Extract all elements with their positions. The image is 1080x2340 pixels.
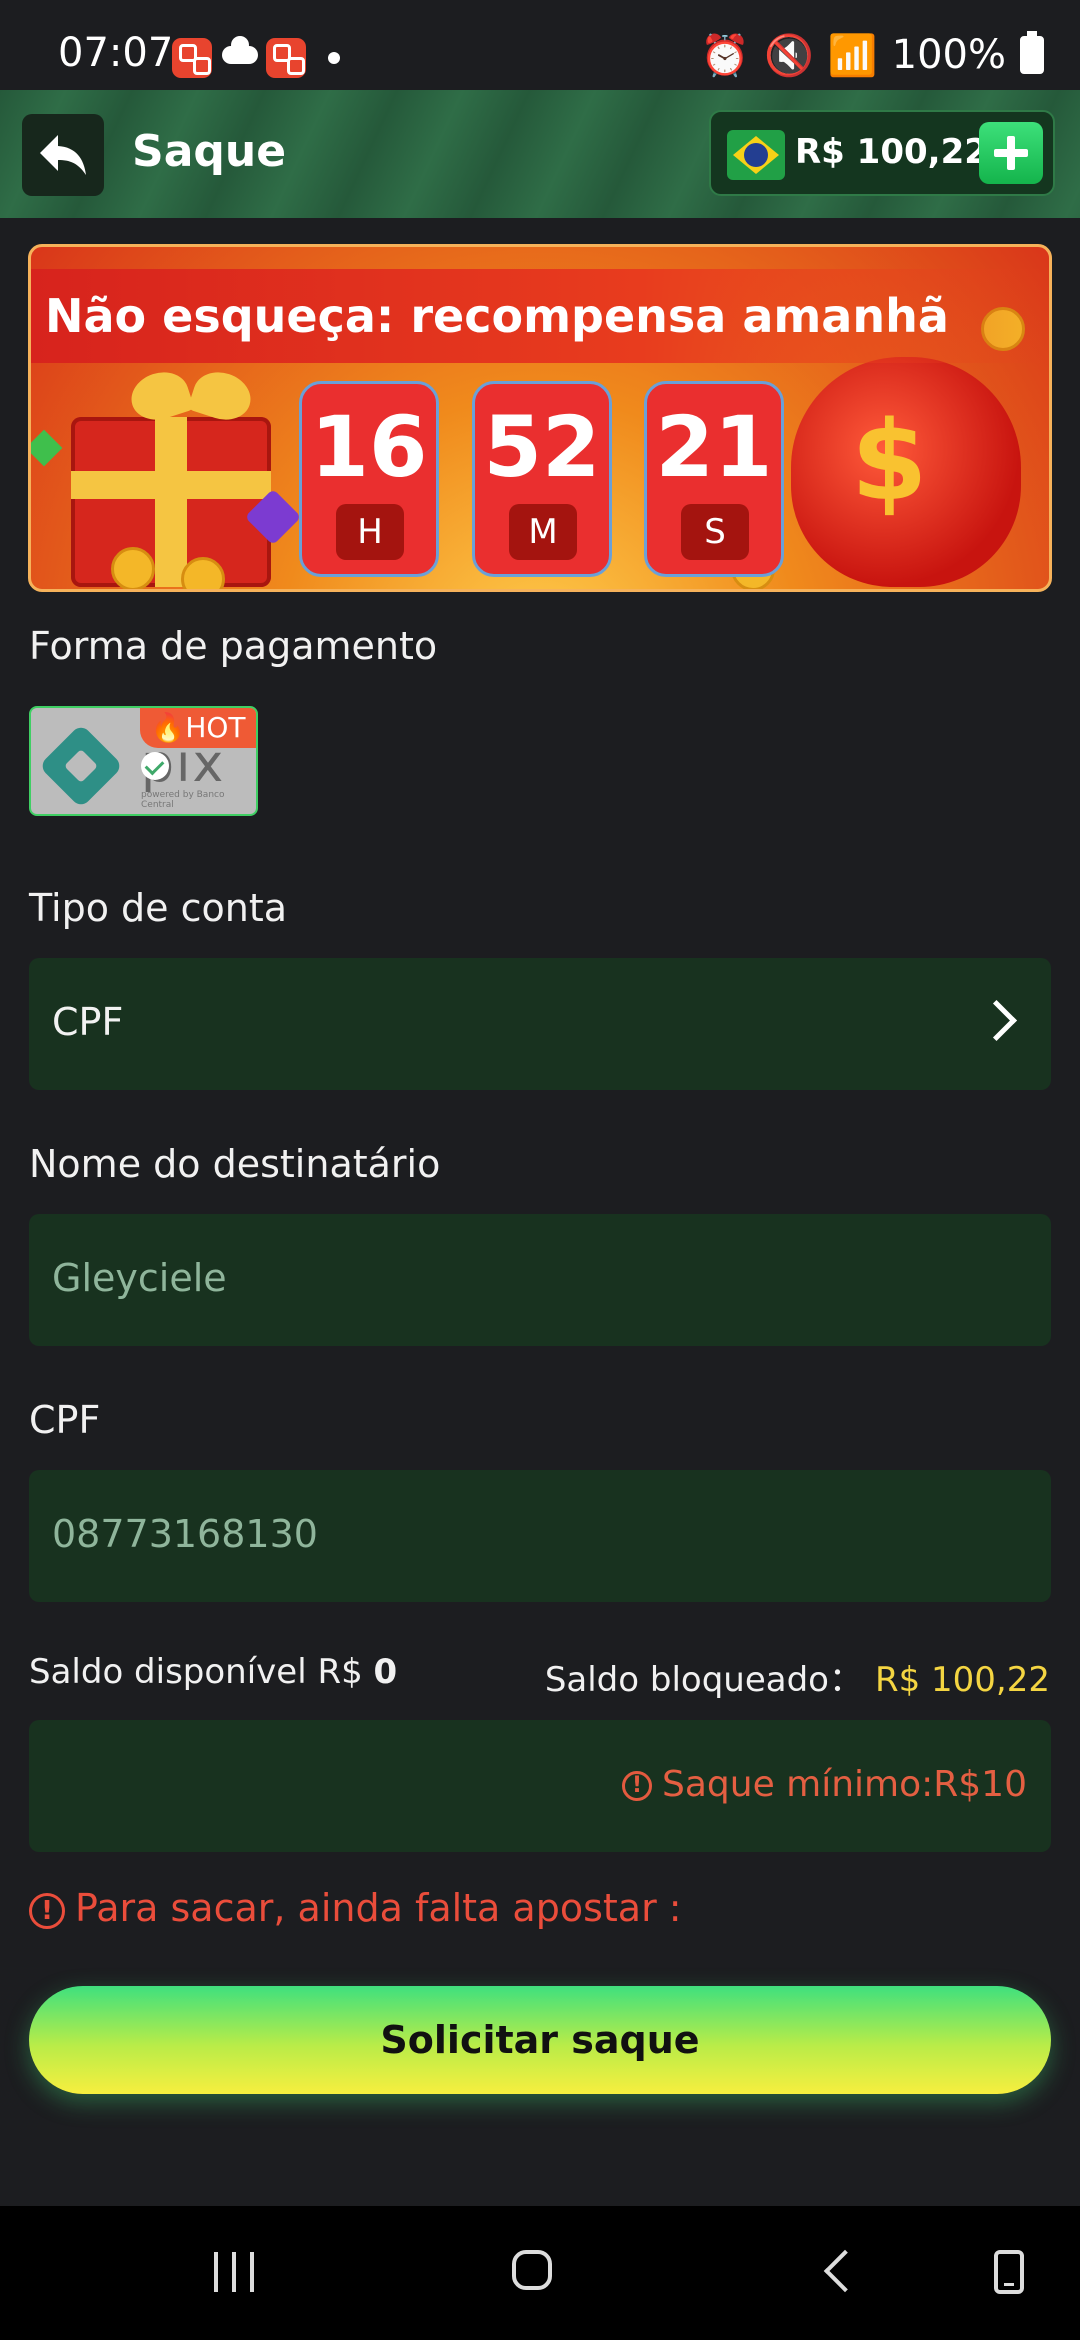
pix-logo-icon — [38, 723, 124, 809]
pix-subtitle: powered by Banco Central — [141, 790, 225, 810]
system-nav-bar — [0, 2206, 1080, 2340]
home-button[interactable] — [512, 2250, 552, 2290]
available-balance: Saldo disponível R$ 0 — [29, 1652, 397, 1692]
battery-percent: 100% — [891, 32, 1006, 78]
gem-icon — [31, 429, 63, 467]
timer-hours: 16 H — [299, 381, 439, 577]
app-notification-icon — [172, 38, 212, 78]
back-nav-button[interactable] — [823, 2249, 867, 2293]
recipient-name-field[interactable]: Gleyciele — [29, 1214, 1051, 1346]
recent-apps-button[interactable] — [214, 2252, 256, 2292]
app-header: Saque R$ 100,22 — [0, 90, 1080, 218]
account-type-label: Tipo de conta — [29, 886, 288, 930]
battery-icon — [1020, 31, 1044, 74]
status-time: 07:07 — [58, 30, 174, 76]
page-title: Saque — [132, 126, 287, 177]
cloud-icon — [222, 36, 258, 64]
timer-seconds-unit: S — [681, 504, 749, 560]
recipient-label: Nome do destinatário — [29, 1142, 441, 1186]
banner-title: Não esqueça: recompensa amanhã — [45, 289, 949, 343]
blocked-balance-value: R$ 100,22 — [874, 1660, 1050, 1700]
timer-minutes-unit: M — [509, 504, 577, 560]
timer-hours-value: 16 — [310, 398, 428, 496]
blocked-balance: Saldo bloqueado： R$ 100,22 — [545, 1652, 1050, 1701]
status-bar: 07:07 ⏰ 🔇 📶 100% — [0, 0, 1080, 90]
mute-icon: 🔇 — [764, 32, 814, 79]
cpf-field[interactable]: 08773168130 — [29, 1470, 1051, 1602]
request-withdraw-label: Solicitar saque — [380, 2018, 700, 2062]
dot-icon — [328, 52, 340, 64]
back-arrow-icon — [40, 135, 86, 175]
available-balance-value: 0 — [373, 1652, 398, 1692]
payment-option-pix[interactable]: pix powered by Banco Central 🔥HOT — [29, 706, 258, 816]
balance-display[interactable]: R$ 100,22 — [709, 110, 1055, 196]
recipient-name-value: Gleyciele — [52, 1256, 227, 1300]
app-notification-icon — [266, 38, 306, 78]
blocked-balance-label: Saldo bloqueado： — [544, 1660, 863, 1700]
money-bag-icon: $ — [791, 357, 1021, 587]
timer-seconds: 21 S — [644, 381, 784, 577]
cpf-value: 08773168130 — [52, 1512, 318, 1556]
timer-minutes: 52 M — [472, 381, 612, 577]
chevron-right-icon — [975, 999, 1018, 1042]
keyboard-toggle-button[interactable] — [994, 2250, 1024, 2294]
account-type-value: CPF — [52, 1000, 124, 1044]
payment-method-label: Forma de pagamento — [29, 624, 438, 668]
hot-badge: 🔥HOT — [140, 708, 256, 748]
balance-amount: R$ 100,22 — [795, 132, 988, 172]
available-balance-label: Saldo disponível R$ — [29, 1652, 363, 1692]
cpf-label: CPF — [29, 1398, 101, 1442]
withdraw-amount-input[interactable]: ! Saque mínimo:R$10 — [29, 1720, 1051, 1852]
gift-box-icon — [71, 417, 271, 587]
alarm-icon: ⏰ — [700, 32, 751, 79]
timer-hours-unit: H — [336, 504, 404, 560]
selected-check-icon — [141, 752, 169, 780]
alert-circle-icon: ! — [621, 1771, 652, 1801]
gift-bow-icon — [131, 373, 251, 433]
wifi-icon: 📶 — [827, 32, 878, 79]
reward-banner[interactable]: $ Não esqueça: recompensa amanhã 16 H 52… — [28, 244, 1052, 592]
request-withdraw-button[interactable]: Solicitar saque — [29, 1986, 1051, 2094]
brazil-flag-icon — [727, 130, 785, 180]
alert-circle-icon: ! — [29, 1892, 65, 1929]
minimum-withdraw-hint: ! Saque mínimo:R$10 — [621, 1764, 1027, 1805]
timer-minutes-value: 52 — [483, 398, 601, 496]
plus-icon — [994, 136, 1028, 170]
back-button[interactable] — [22, 114, 104, 196]
coin-icon — [111, 547, 155, 589]
dollar-icon: $ — [851, 397, 928, 525]
bet-requirement-warning: ! Para sacar, ainda falta apostar : — [29, 1886, 682, 1930]
account-type-select[interactable]: CPF — [29, 958, 1051, 1090]
fire-icon: 🔥 — [150, 711, 186, 744]
deposit-button[interactable] — [979, 122, 1043, 184]
timer-seconds-value: 21 — [655, 398, 773, 496]
